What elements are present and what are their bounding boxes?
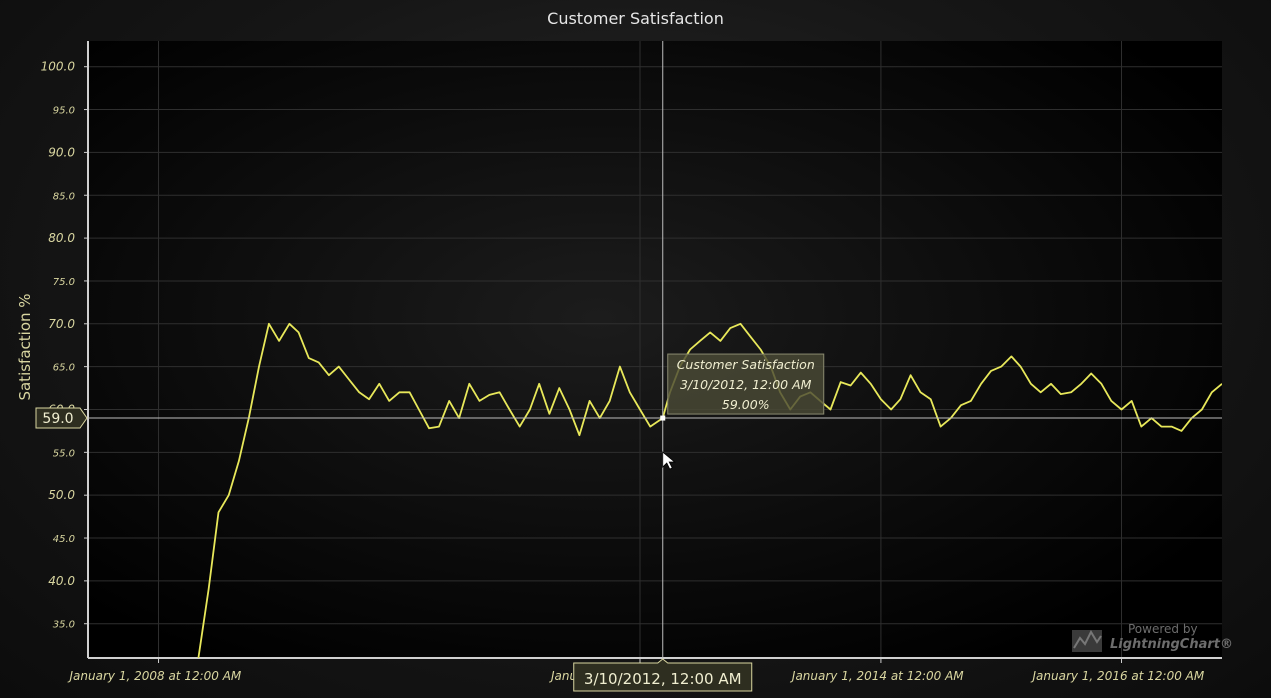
y-tick-label: 40.0: [48, 574, 75, 588]
cursor-tooltip: Customer Satisfaction 3/10/2012, 12:00 AM…: [667, 353, 825, 415]
cursor-x-label: 3/10/2012, 12:00 AM: [573, 658, 753, 692]
tooltip-series-name: Customer Satisfaction: [677, 357, 815, 372]
y-tick-label: 85.0: [53, 191, 75, 202]
x-tick-label: January 1, 2008 at 12:00 AM: [68, 669, 242, 683]
cursor-y-label-text: 59.0: [42, 411, 73, 427]
y-tick-label: 50.0: [48, 488, 75, 502]
cursor-y-label: 59.0: [35, 407, 88, 429]
y-tick-label: 65.0: [53, 363, 75, 374]
y-tick-label: 70.0: [48, 317, 75, 331]
tooltip-value: 59.00%: [722, 397, 770, 412]
y-tick-label: 95.0: [53, 106, 75, 117]
cursor-point-marker: [660, 415, 666, 421]
y-tick-label: 55.0: [53, 448, 75, 459]
cursor-x-label-text: 3/10/2012, 12:00 AM: [584, 670, 742, 688]
y-tick-label: 80.0: [48, 231, 75, 245]
tooltip-date: 3/10/2012, 12:00 AM: [680, 377, 812, 392]
y-tick-label: 90.0: [48, 145, 75, 159]
plot-background: [88, 41, 1222, 658]
watermark-line2: LightningChart®: [1110, 637, 1233, 652]
lightningchart-watermark: Powered by LightningChart®: [1070, 622, 1233, 658]
y-tick-label: 100.0: [41, 60, 76, 74]
lightningchart-logo-icon: [1072, 629, 1102, 652]
y-tick-label: 45.0: [53, 534, 75, 545]
y-tick-label: 35.0: [53, 620, 75, 631]
x-tick-label: January 1, 2016 at 12:00 AM: [1030, 669, 1204, 683]
x-tick-label: January 1, 2014 at 12:00 AM: [790, 669, 964, 683]
plot-area[interactable]: 100.095.090.085.080.075.070.065.060.055.…: [0, 0, 1271, 698]
watermark-line1: Powered by: [1128, 622, 1198, 636]
y-tick-label: 75.0: [53, 277, 75, 288]
chart-root: Customer Satisfaction Satisfaction % 100…: [0, 0, 1271, 698]
